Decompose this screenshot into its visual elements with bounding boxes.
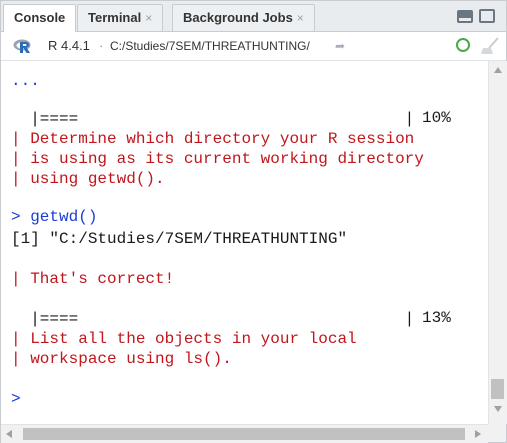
tab-background-jobs[interactable]: Background Jobs × [172,4,315,31]
scroll-right-icon[interactable] [475,430,481,438]
progress-bar-line: |==== | [11,310,415,328]
progress-percent: 13% [422,309,451,327]
vertical-scrollbar[interactable] [488,61,507,424]
console-output-line: [1] "C:/Studies/7SEM/THREATHUNTING" [11,230,348,248]
tab-bar: Console Terminal × Background Jobs × [1,1,506,32]
console-line: | is using as its current working direct… [11,150,424,168]
console-line: | Determine which directory your R sessi… [11,130,415,148]
console-prompt[interactable]: > [11,389,21,409]
maximize-pane-icon[interactable] [479,9,495,23]
progress-bar-line: |==== | [11,110,415,128]
scroll-up-icon[interactable] [494,67,502,73]
console-info-bar: R 4.4.1 · C:/Studies/7SEM/THREATHUNTING/… [1,32,506,61]
clear-console-icon[interactable] [479,36,501,56]
vertical-scroll-thumb[interactable] [491,379,504,399]
console-command: > getwd() [11,208,98,226]
tab-terminal[interactable]: Terminal × [77,4,164,31]
console-output[interactable]: ... |==== | 10% | Determine which direct… [1,61,488,424]
tab-label: Terminal [88,10,142,25]
scroll-left-icon[interactable] [6,430,12,438]
separator: · [99,38,104,53]
console-line: | workspace using ls(). [11,350,232,368]
console-line: | List all the objects in your local [11,330,357,348]
r-version: R 4.4.1 [48,38,90,53]
console-line: | using getwd(). [11,170,165,188]
console-line: | That's correct! [11,270,175,288]
r-logo-icon [13,39,31,53]
tab-label: Console [14,10,66,25]
scroll-down-icon[interactable] [494,406,502,412]
console-line: ... [11,72,40,90]
minimize-pane-icon[interactable] [457,10,473,23]
close-icon[interactable]: × [145,11,152,25]
render-plain-text-icon[interactable] [456,38,470,52]
scrollbar-corner [488,424,506,442]
progress-percent: 10% [422,109,451,127]
close-icon[interactable]: × [297,11,304,25]
horizontal-scrollbar[interactable] [1,424,488,443]
tab-label: Background Jobs [183,10,293,25]
horizontal-scroll-thumb[interactable] [23,428,465,440]
console-pane: Console Terminal × Background Jobs × R 4.4… [0,0,507,443]
working-directory-path[interactable]: C:/Studies/7SEM/THREATHUNTING/ [110,39,310,53]
arrow-icon[interactable]: ➦ [335,39,345,53]
tab-console[interactable]: Console [3,4,77,32]
